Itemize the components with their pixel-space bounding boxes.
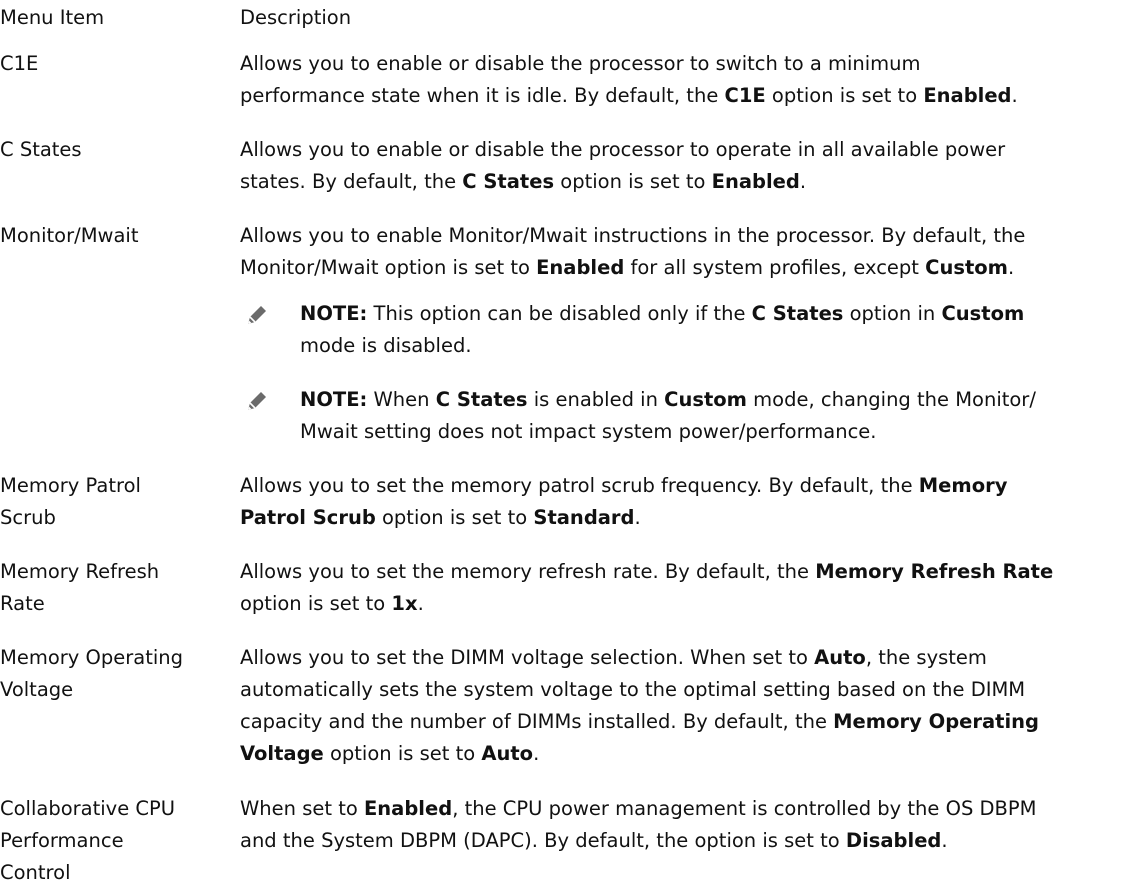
bold-text: C1E [724, 84, 766, 107]
menu-item-description: Allows you to enable or disable the proc… [240, 52, 1018, 107]
bold-text: Custom [925, 256, 1008, 279]
menu-item-term: Memory Refresh Rate [0, 560, 160, 615]
bold-text: Auto [481, 742, 534, 765]
bold-text: Custom [941, 302, 1025, 325]
bold-text: NOTE: [300, 388, 368, 411]
menu-item-term: C1E [0, 52, 39, 75]
menu-item-term: Monitor/Mwait [0, 224, 139, 247]
bold-text: Enabled [711, 170, 800, 193]
note-2: NOTE: When C States is enabled in Custom… [248, 384, 1132, 448]
bold-text: Voltage [240, 742, 324, 765]
pencil-note-icon [248, 392, 266, 410]
menu-item-term: Memory Patrol Scrub [0, 474, 141, 529]
bold-text: Memory Refresh Rate [815, 560, 1054, 583]
menu-item-description: Allows you to set the memory patrol scru… [240, 474, 1008, 529]
bold-text: Memory Operating [833, 710, 1040, 733]
menu-item-term: Collaborative CPU Performance Control [0, 797, 176, 884]
bold-text: Patrol Scrub [240, 506, 376, 529]
bold-text: NOTE: [300, 302, 368, 325]
bold-text: Disabled [845, 829, 942, 852]
note-text: NOTE: This option can be disabled only i… [300, 302, 1025, 357]
bold-text: Enabled [363, 797, 453, 820]
bold-text: C States [751, 302, 844, 325]
bios-settings-document: Menu Item Description C1E Allows you to … [0, 0, 1132, 884]
bold-text: C States [462, 170, 555, 193]
note-text: NOTE: When C States is enabled in Custom… [300, 388, 1036, 443]
note-1: NOTE: This option can be disabled only i… [248, 298, 1132, 362]
menu-item-description: Allows you to set the memory refresh rat… [240, 560, 1054, 615]
table-header: Menu Item Description [0, 2, 1132, 34]
bold-text: Enabled [536, 256, 625, 279]
column-header-menu-item: Menu Item [0, 6, 105, 29]
pencil-note-icon [248, 306, 266, 324]
menu-item-description: When set to Enabled, the CPU power manag… [240, 797, 1037, 852]
menu-item-description: Allows you to enable Monitor/Mwait instr… [240, 224, 1026, 279]
bold-text: Auto [814, 646, 866, 669]
bold-text: Custom [664, 388, 747, 411]
bold-text: Standard [533, 506, 635, 529]
column-header-description: Description [240, 6, 352, 29]
bold-text: Memory [918, 474, 1008, 497]
bold-text: C States [435, 388, 528, 411]
menu-item-description: Allows you to enable or disable the proc… [240, 138, 1006, 193]
bold-text: Enabled [923, 84, 1012, 107]
menu-item-term: C States [0, 138, 82, 161]
menu-item-term: Memory Operating Voltage [0, 646, 183, 701]
menu-item-description: Allows you to set the DIMM voltage selec… [240, 646, 1040, 765]
bold-text: 1x [391, 592, 418, 615]
